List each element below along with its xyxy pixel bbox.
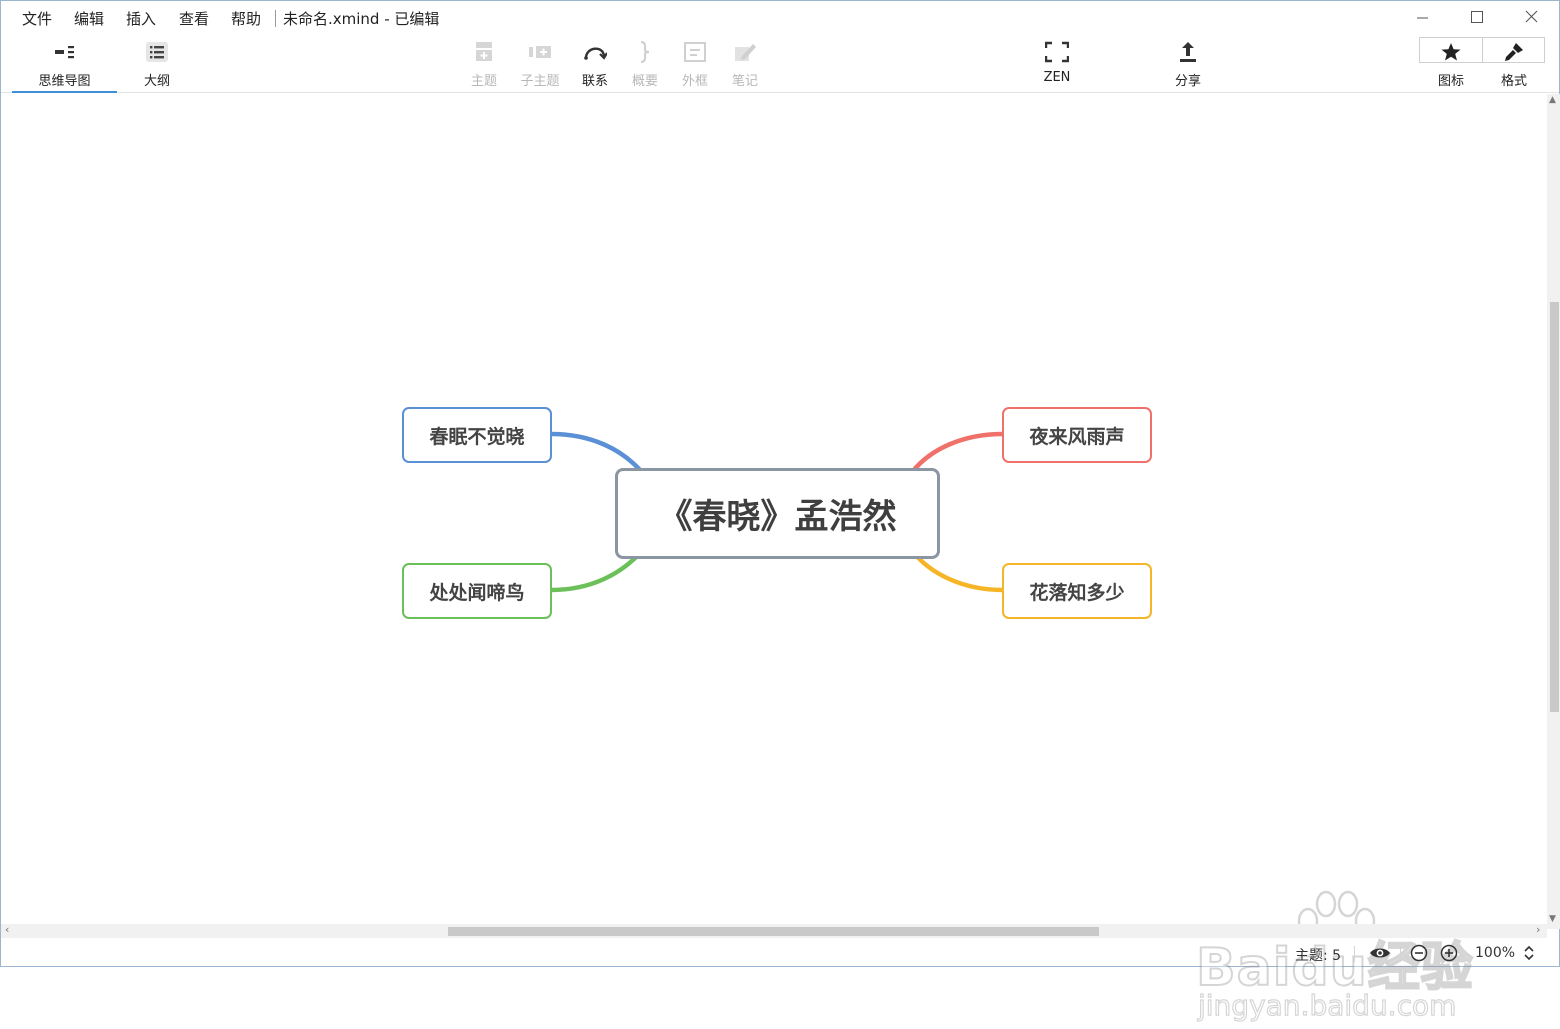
add-subtopic-button[interactable]: 子主题	[515, 35, 565, 93]
summary-label: 概要	[631, 74, 658, 89]
maximize-button[interactable]	[1462, 7, 1492, 29]
summary-button[interactable]: 概要	[620, 35, 670, 93]
title-separator	[275, 10, 276, 27]
close-icon	[1525, 10, 1538, 23]
menu-file[interactable]: 文件	[22, 8, 52, 29]
topic-count: 主题: 5	[1295, 948, 1342, 964]
scroll-up-icon[interactable]: ▲	[1549, 95, 1556, 105]
vertical-scroll-thumb[interactable]	[1550, 302, 1559, 712]
scroll-right-icon[interactable]: ›	[1536, 923, 1540, 936]
icons-panel-label: 图标	[1437, 74, 1464, 89]
boundary-button[interactable]: 外框	[670, 35, 720, 93]
menu-bar: 文件 编辑 插入 查看 帮助 未命名.xmind - 已编辑	[1, 1, 1559, 35]
status-bar: 主题: 5 100%	[1, 938, 1559, 968]
note-pencil-icon	[735, 44, 756, 61]
menu-edit[interactable]: 编辑	[74, 8, 104, 29]
topic-branch-1[interactable]: 春眠不觉晓	[402, 407, 552, 463]
horizontal-scroll-thumb[interactable]	[448, 927, 1099, 936]
app-window: 文件 编辑 插入 查看 帮助 未命名.xmind - 已编辑 思维导图 大纲 主…	[0, 0, 1560, 1023]
minimize-icon	[1417, 17, 1428, 19]
note-label: 笔记	[731, 74, 758, 89]
eye-icon[interactable]	[1369, 946, 1391, 960]
zoom-level[interactable]: 100%	[1475, 945, 1515, 961]
minimize-button[interactable]	[1407, 7, 1437, 29]
branch-line-top-left	[550, 431, 643, 473]
add-subtopic-icon	[529, 46, 551, 58]
menu-insert[interactable]: 插入	[126, 8, 156, 29]
mindmap-canvas[interactable]: 春眠不觉晓 处处闻啼鸟 夜来风雨声 花落知多少 《春晓》孟浩然 Baidu经验 …	[1, 94, 1547, 1023]
zoom-stepper-icon[interactable]	[1523, 944, 1535, 962]
tab-outline-label: 大纲	[143, 74, 170, 89]
star-icon	[1441, 43, 1461, 61]
vertical-scrollbar[interactable]: ▲ ▼	[1547, 94, 1560, 929]
format-panel-button[interactable]: 格式	[1483, 35, 1545, 93]
outline-list-icon	[146, 42, 168, 62]
note-button[interactable]: 笔记	[720, 35, 770, 93]
branch-line-top-right	[911, 431, 1004, 473]
relationship-label: 联系	[581, 74, 608, 89]
scroll-left-icon[interactable]: ‹	[5, 923, 9, 936]
maximize-icon	[1471, 11, 1483, 23]
icons-panel-button[interactable]: 图标	[1420, 35, 1482, 93]
zoom-out-icon[interactable]	[1410, 944, 1428, 962]
add-topic-label: 主题	[470, 74, 497, 89]
close-button[interactable]	[1517, 7, 1547, 29]
central-topic[interactable]: 《春晓》孟浩然	[615, 468, 940, 559]
paintbrush-icon	[1505, 43, 1523, 61]
zen-label: ZEN	[1043, 70, 1071, 85]
zen-button[interactable]: ZEN	[1032, 35, 1082, 93]
add-topic-button[interactable]: 主题	[459, 35, 509, 93]
tab-outline[interactable]: 大纲	[127, 35, 187, 93]
share-upload-icon	[1180, 42, 1196, 62]
status-separator	[1400, 946, 1401, 962]
share-label: 分享	[1174, 74, 1201, 89]
relationship-curve-icon	[584, 47, 607, 60]
toolbar: 思维导图 大纲 主题 子主题 联系 概要 外框 笔记 ZEN 分享 图标 格式	[1, 35, 1559, 93]
zoom-in-icon[interactable]	[1440, 944, 1458, 962]
format-panel-label: 格式	[1500, 74, 1527, 89]
boundary-icon	[684, 42, 706, 62]
topic-branch-2[interactable]: 处处闻啼鸟	[402, 563, 552, 619]
mindmap-view-icon	[54, 46, 74, 59]
tab-mindmap-label: 思维导图	[38, 74, 91, 89]
add-subtopic-label: 子主题	[520, 74, 560, 89]
add-topic-icon	[476, 42, 492, 61]
topic-branch-4[interactable]: 花落知多少	[1002, 563, 1152, 619]
relationship-button[interactable]: 联系	[570, 35, 620, 93]
topic-branch-3[interactable]: 夜来风雨声	[1002, 407, 1152, 463]
summary-brace-icon	[640, 41, 650, 63]
horizontal-scrollbar[interactable]: ‹ ›	[1, 923, 1547, 938]
boundary-label: 外框	[681, 74, 708, 89]
tab-mindmap[interactable]: 思维导图	[12, 35, 117, 93]
zen-fullscreen-icon	[1045, 41, 1069, 63]
status-separator	[1354, 946, 1355, 962]
menu-help[interactable]: 帮助	[231, 8, 261, 29]
watermark-url: jingyan.baidu.com	[1197, 988, 1457, 1022]
document-title: 未命名.xmind - 已编辑	[283, 10, 440, 28]
share-button[interactable]: 分享	[1163, 35, 1213, 93]
menu-view[interactable]: 查看	[179, 8, 209, 29]
scroll-down-icon[interactable]: ▼	[1549, 914, 1556, 924]
